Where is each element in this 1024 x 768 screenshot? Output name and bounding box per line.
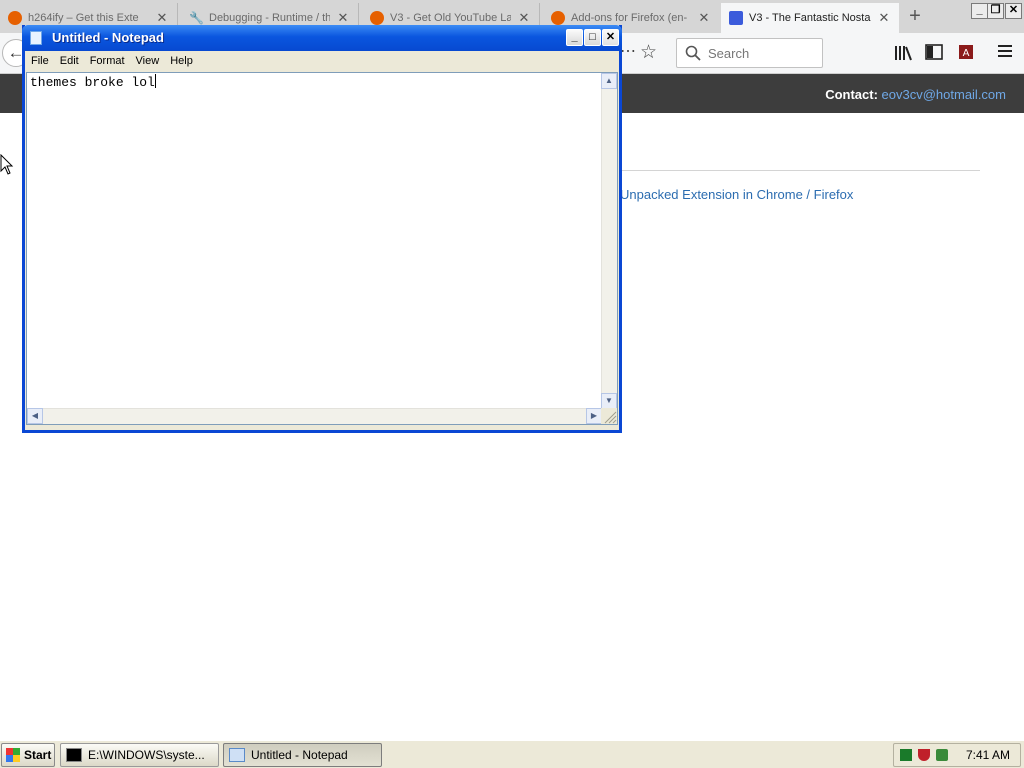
unpacked-extension-link[interactable]: Unpacked Extension in Chrome / Firefox (620, 187, 853, 202)
menu-icon[interactable] (995, 44, 1015, 64)
taskbar-button-cmd[interactable]: E:\WINDOWS\syste... (60, 743, 219, 767)
menu-format[interactable]: Format (90, 55, 125, 67)
notepad-title-bar[interactable]: Untitled - Notepad _ □ ✕ (22, 25, 622, 51)
close-tab-icon[interactable]: ✕ (697, 10, 711, 26)
restore-button[interactable]: ❐ (987, 3, 1004, 19)
bookmark-star-icon[interactable]: ☆ (640, 41, 657, 64)
menu-edit[interactable]: Edit (60, 55, 79, 67)
library-icon[interactable] (893, 44, 913, 64)
search-icon (685, 45, 701, 61)
maximize-button[interactable]: □ (584, 29, 601, 46)
minimize-button[interactable]: _ (971, 3, 988, 19)
editor-text: themes broke lol (30, 75, 155, 90)
text-editor-area[interactable]: themes broke lol ▲ ▼ ◀ ▶ (26, 72, 618, 425)
tab-title: Debugging - Runtime / th (209, 12, 330, 24)
close-tab-icon[interactable]: ✕ (877, 10, 891, 26)
search-placeholder: Search (708, 45, 750, 61)
minimize-button[interactable]: _ (566, 29, 583, 46)
tab-title: V3 - The Fantastic Nosta (749, 12, 871, 24)
scroll-down-icon[interactable]: ▼ (601, 393, 617, 409)
tab-title: V3 - Get Old YouTube La (390, 12, 511, 24)
close-tab-icon[interactable]: ✕ (517, 10, 531, 26)
notepad-icon (30, 31, 42, 45)
taskbar: Start E:\WINDOWS\syste... Untitled - Not… (0, 740, 1024, 768)
start-label: Start (24, 748, 52, 762)
notepad-icon (229, 748, 245, 762)
contact-info: Contact: eov3cv@hotmail.com (825, 87, 1006, 102)
contact-label: Contact: (825, 87, 878, 102)
network-icon[interactable] (900, 749, 912, 761)
sidebar-icon[interactable] (924, 44, 944, 64)
notepad-window: Untitled - Notepad _ □ ✕ File Edit Forma… (22, 25, 622, 433)
firefox-icon (8, 11, 22, 25)
menu-bar: File Edit Format View Help (25, 51, 619, 71)
taskbar-button-label: Untitled - Notepad (251, 748, 348, 762)
google-icon (729, 11, 743, 25)
scroll-left-icon[interactable]: ◀ (27, 408, 43, 424)
divider (620, 170, 980, 171)
menu-view[interactable]: View (136, 55, 160, 67)
close-tab-icon[interactable]: ✕ (336, 10, 350, 26)
system-tray: 7:41 AM (893, 743, 1021, 767)
scroll-right-icon[interactable]: ▶ (586, 408, 602, 424)
vertical-scrollbar[interactable]: ▲ ▼ (601, 73, 617, 409)
firefox-icon (551, 11, 565, 25)
svg-text:A: A (963, 48, 970, 59)
firefox-icon (370, 11, 384, 25)
wrench-icon: 🔧 (189, 11, 204, 25)
horizontal-scrollbar[interactable]: ◀ ▶ (27, 408, 602, 424)
close-button[interactable]: ✕ (602, 29, 619, 46)
scroll-up-icon[interactable]: ▲ (601, 73, 617, 89)
menu-help[interactable]: Help (170, 55, 193, 67)
start-button[interactable]: Start (1, 743, 55, 767)
resize-grip[interactable] (601, 408, 617, 424)
clock[interactable]: 7:41 AM (966, 748, 1010, 762)
antivirus-icon[interactable] (936, 749, 948, 761)
menu-file[interactable]: File (31, 55, 49, 67)
taskbar-button-label: E:\WINDOWS\syste... (88, 748, 205, 762)
mouse-cursor-icon (0, 153, 14, 181)
taskbar-button-notepad[interactable]: Untitled - Notepad (223, 743, 382, 767)
close-window-button[interactable]: ✕ (1005, 3, 1022, 19)
page-actions-icon[interactable]: ⋯ (620, 41, 637, 61)
tab-title: h264ify – Get this Exte (28, 12, 139, 24)
extension-icon[interactable]: A (956, 44, 976, 64)
editor-content: themes broke lol (30, 74, 156, 90)
contact-email-link[interactable]: eov3cv@hotmail.com (882, 87, 1006, 102)
text-caret (154, 74, 156, 88)
close-tab-icon[interactable]: ✕ (155, 10, 169, 26)
new-tab-button[interactable]: + (905, 6, 925, 28)
window-title: Untitled - Notepad (52, 30, 164, 45)
windows-logo-icon (6, 748, 20, 762)
shield-icon[interactable] (918, 749, 930, 761)
tab-title: Add-ons for Firefox (en- (571, 12, 688, 24)
tab-v3-fantastic-nostalgia[interactable]: V3 - The Fantastic Nosta ✕ (721, 3, 899, 33)
search-input[interactable]: Search (676, 38, 823, 68)
console-icon (66, 748, 82, 762)
